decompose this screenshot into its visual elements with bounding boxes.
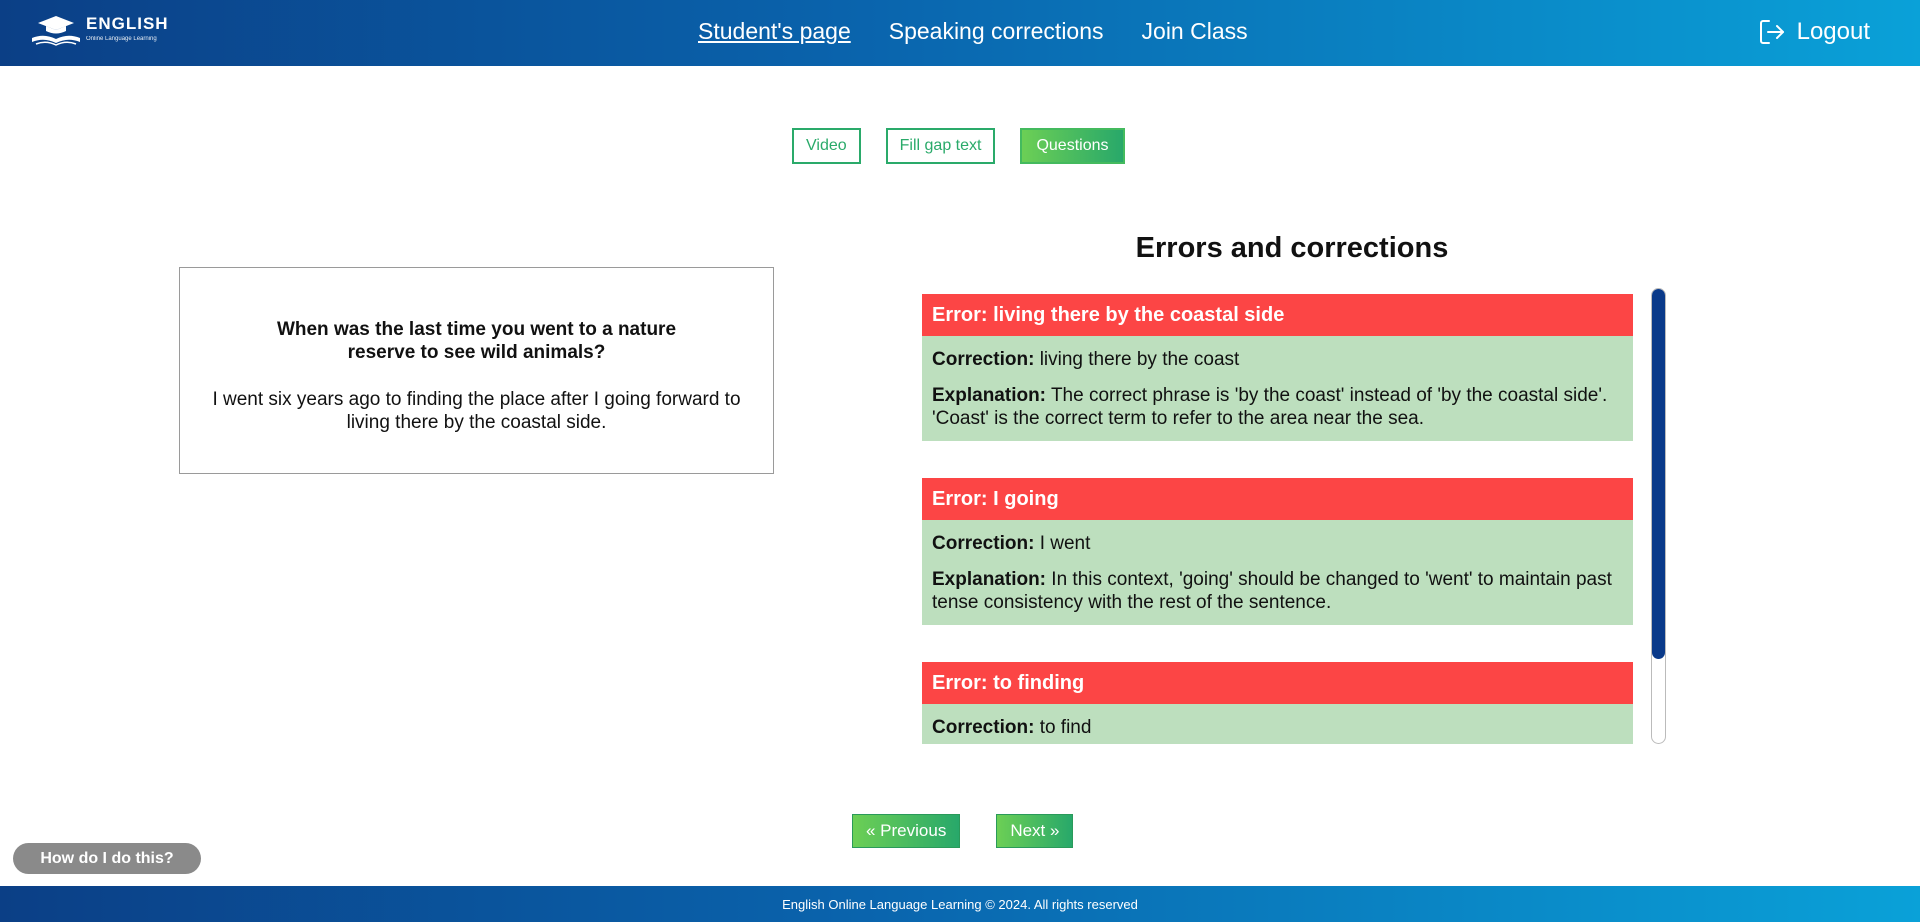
nav-students-page[interactable]: Student's page	[698, 18, 851, 45]
correction-line: Correction: living there by the coast	[932, 348, 1623, 371]
logout-label: Logout	[1796, 18, 1870, 45]
error-details: Correction: living there by the coast Ex…	[922, 336, 1633, 441]
tab-questions[interactable]: Questions	[1020, 128, 1125, 164]
logout-button[interactable]: Logout	[1759, 18, 1870, 46]
explanation-label: Explanation:	[932, 385, 1047, 406]
correction-text: living there by the coast	[1039, 349, 1240, 370]
previous-button[interactable]: « Previous	[852, 814, 961, 848]
question-card: When was the last time you went to a nat…	[179, 267, 774, 474]
error-card: Error: living there by the coastal side …	[922, 294, 1633, 441]
correction-text: to find	[1039, 717, 1092, 738]
errors-panel-title: Errors and corrections	[1135, 232, 1449, 264]
next-button[interactable]: Next »	[996, 814, 1074, 848]
exercise-tabs: Video Fill gap text Questions	[792, 128, 1125, 164]
explanation-label: Explanation:	[932, 569, 1047, 590]
page-footer: English Online Language Learning © 2024.…	[0, 886, 1920, 922]
help-button[interactable]: How do I do this?	[13, 843, 201, 874]
error-details: Correction: I went Explanation: In this …	[922, 520, 1633, 625]
correction-label: Correction:	[932, 349, 1035, 370]
nav-speaking-corrections[interactable]: Speaking corrections	[889, 18, 1104, 45]
correction-line: Correction: I went	[932, 532, 1623, 555]
correction-label: Correction:	[932, 533, 1035, 554]
tab-video[interactable]: Video	[792, 128, 861, 164]
explanation-line: Explanation: In this context, 'going' sh…	[932, 568, 1623, 614]
error-card: Error: I going Correction: I went Explan…	[922, 478, 1633, 625]
correction-text: I went	[1039, 533, 1091, 554]
nav-join-class[interactable]: Join Class	[1142, 18, 1248, 45]
logo-title: ENGLISH	[86, 14, 169, 33]
errors-scrollbar[interactable]	[1651, 288, 1666, 744]
logout-icon	[1759, 20, 1784, 44]
site-logo[interactable]: ENGLISH Online Language Learning	[28, 14, 169, 48]
correction-line: Correction: to find	[932, 716, 1623, 739]
scrollbar-thumb[interactable]	[1652, 289, 1665, 659]
error-heading: Error: living there by the coastal side	[922, 294, 1633, 336]
student-answer: I went six years ago to finding the plac…	[212, 389, 741, 433]
error-card: Error: to finding Correction: to find	[922, 662, 1633, 744]
question-pager: « Previous Next »	[852, 814, 1074, 848]
footer-copyright: English Online Language Learning © 2024.…	[782, 896, 1138, 912]
error-heading: Error: I going	[922, 478, 1633, 520]
graduation-book-icon	[32, 16, 80, 46]
top-header: ENGLISH Online Language Learning Student…	[0, 0, 1920, 66]
correction-label: Correction:	[932, 717, 1035, 738]
explanation-line: Explanation: The correct phrase is 'by t…	[932, 384, 1623, 430]
tab-fill-gap-text[interactable]: Fill gap text	[885, 128, 996, 164]
error-details: Correction: to find	[922, 704, 1633, 744]
logo-subtitle: Online Language Learning	[86, 36, 157, 42]
main-nav: Student's page Speaking corrections Join…	[698, 18, 1248, 45]
error-heading: Error: to finding	[922, 662, 1633, 704]
question-title: When was the last time you went to a nat…	[276, 319, 677, 363]
errors-list[interactable]: Error: living there by the coastal side …	[922, 294, 1633, 744]
